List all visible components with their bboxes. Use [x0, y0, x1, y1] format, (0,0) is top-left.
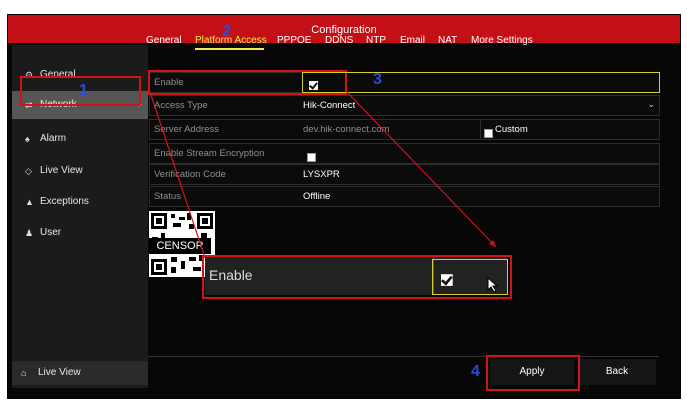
annotation-number-1: 1 [79, 82, 88, 99]
annotation-number-3: 3 [373, 71, 382, 88]
arrow-line-right [344, 89, 497, 248]
annotation-arrows [149, 89, 497, 259]
annotation-number-4: 4 [471, 363, 480, 380]
arrow-line-left [149, 91, 206, 259]
annotation-number-2: 2 [222, 23, 231, 40]
